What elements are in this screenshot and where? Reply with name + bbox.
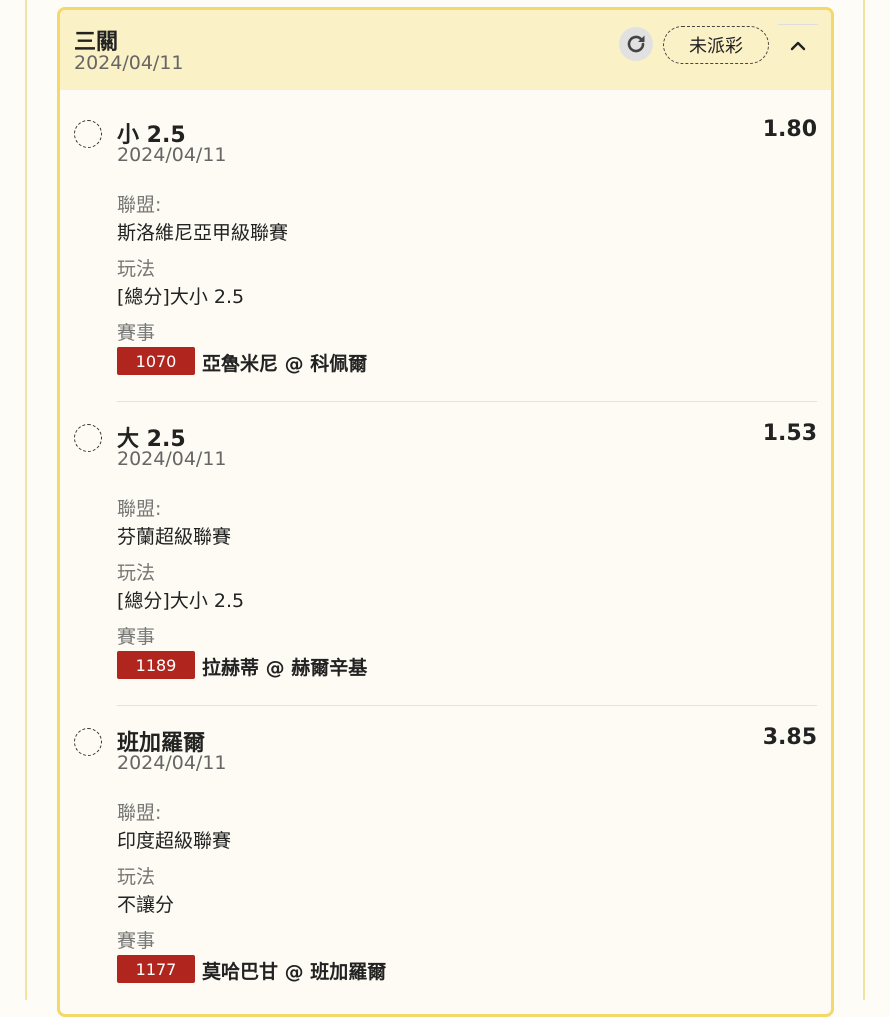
leg-odds: 1.53 — [762, 421, 817, 446]
pending-circle-icon — [74, 120, 102, 148]
bet-type-label: 玩法 — [117, 258, 156, 280]
bet-type-label: 玩法 — [117, 562, 156, 584]
league-label: 聯盟: — [117, 802, 162, 824]
collapse-button[interactable] — [778, 24, 818, 67]
parlay-card: 三關 2024/04/11 未派彩 小 2.5 1.80 2024/04/11 … — [57, 7, 834, 1017]
chevron-up-icon — [790, 41, 806, 51]
match-label: 賽事 — [117, 930, 156, 952]
league-value: 芬蘭超級聯賽 — [117, 526, 232, 548]
leg-divider — [117, 705, 817, 706]
match-teams: 亞魯米尼 @ 科佩爾 — [202, 353, 368, 375]
league-value: 印度超級聯賽 — [117, 830, 232, 852]
bet-type-label: 玩法 — [117, 866, 156, 888]
match-label: 賽事 — [117, 626, 156, 648]
match-id-badge: 1070 — [117, 347, 195, 375]
match-id-badge: 1189 — [117, 651, 195, 679]
match-teams: 莫哈巴甘 @ 班加羅爾 — [202, 961, 387, 983]
refresh-icon — [627, 35, 645, 53]
pending-circle-icon — [74, 728, 102, 756]
league-label: 聯盟: — [117, 498, 162, 520]
match-id-badge: 1177 — [117, 955, 195, 983]
league-label: 聯盟: — [117, 194, 162, 216]
match-teams: 拉赫蒂 @ 赫爾辛基 — [202, 657, 368, 679]
refresh-button[interactable] — [619, 27, 653, 61]
leg-date: 2024/04/11 — [117, 752, 227, 774]
league-value: 斯洛維尼亞甲級聯賽 — [117, 222, 289, 244]
leg-date: 2024/04/11 — [117, 144, 227, 166]
bet-type-value: [總分]大小 2.5 — [117, 286, 245, 308]
pending-circle-icon — [74, 424, 102, 452]
leg-divider — [117, 401, 817, 402]
bet-type-value: 不讓分 — [117, 894, 175, 916]
card-header[interactable]: 三關 2024/04/11 未派彩 — [60, 10, 831, 90]
match-label: 賽事 — [117, 322, 156, 344]
bet-type-value: [總分]大小 2.5 — [117, 590, 245, 612]
leg-date: 2024/04/11 — [117, 448, 227, 470]
leg-odds: 1.80 — [762, 117, 817, 142]
leg-odds: 3.85 — [762, 725, 817, 750]
parlay-date: 2024/04/11 — [74, 52, 184, 74]
status-badge: 未派彩 — [663, 26, 769, 64]
